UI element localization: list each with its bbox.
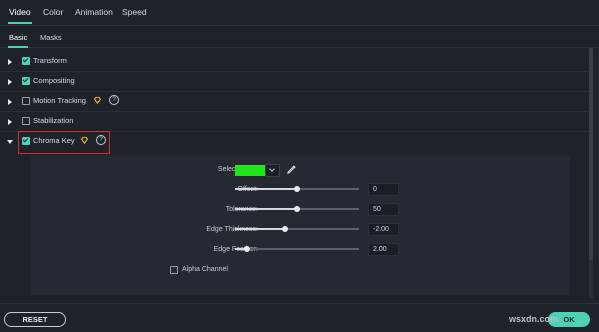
section-label: Compositing: [33, 76, 75, 85]
watermark-text: wsxdn.com: [509, 314, 559, 324]
section-stabilization[interactable]: Stabilization: [0, 112, 590, 132]
collapse-arrow-icon[interactable]: [7, 140, 13, 144]
section-compositing[interactable]: Compositing: [0, 72, 590, 92]
edge-feather-input[interactable]: 2.00: [368, 243, 399, 256]
property-tabs: Video Color Animation Speed: [0, 0, 599, 26]
scrollbar-thumb[interactable]: [589, 48, 593, 260]
premium-gem-icon: [93, 96, 102, 105]
highlight-annotation: [18, 131, 110, 154]
section-transform[interactable]: Transform: [0, 52, 590, 72]
motion-tracking-checkbox[interactable]: [22, 97, 30, 105]
expand-arrow-icon[interactable]: [8, 119, 12, 125]
expand-arrow-icon[interactable]: [8, 99, 12, 105]
offset-input[interactable]: 0: [368, 183, 399, 196]
subtab-masks[interactable]: Masks: [40, 33, 62, 42]
reset-button[interactable]: RESET: [4, 312, 66, 327]
chevron-down-icon[interactable]: [265, 164, 280, 177]
section-label: Stabilization: [33, 116, 74, 125]
alpha-channel-checkbox[interactable]: [170, 266, 178, 274]
edge-thickness-input[interactable]: -2.00: [368, 223, 399, 236]
tab-video[interactable]: Video: [8, 7, 32, 24]
section-label: Transform: [33, 56, 67, 65]
stabilization-checkbox[interactable]: [22, 117, 30, 125]
section-label: Motion Tracking: [33, 96, 86, 105]
slider-thumb[interactable]: [281, 226, 288, 232]
tab-color[interactable]: Color: [43, 7, 63, 17]
scrollbar[interactable]: [589, 48, 593, 298]
compositing-checkbox[interactable]: [22, 77, 30, 85]
slider-thumb[interactable]: [294, 186, 300, 192]
expand-arrow-icon[interactable]: [8, 59, 12, 65]
section-motion-tracking[interactable]: Motion Tracking ?: [0, 92, 590, 112]
tab-animation[interactable]: Animation: [75, 7, 113, 17]
tolerance-input[interactable]: 50: [368, 203, 399, 216]
sub-tabs: Basic Masks: [0, 26, 599, 48]
alpha-channel-label: Alpha Channel: [182, 266, 228, 273]
eyedropper-icon[interactable]: [286, 164, 297, 175]
slider-fill: [235, 228, 285, 230]
chroma-key-panel: Select Color: Offset: 0 Tolerance: 50 Ed…: [31, 156, 570, 295]
slider-track[interactable]: [235, 248, 359, 250]
expand-arrow-icon[interactable]: [8, 79, 12, 85]
tab-speed[interactable]: Speed: [122, 7, 147, 17]
transform-checkbox[interactable]: [22, 57, 30, 65]
slider-thumb[interactable]: [294, 206, 300, 212]
help-icon[interactable]: ?: [109, 95, 119, 105]
subtab-basic[interactable]: Basic: [7, 33, 29, 48]
color-swatch[interactable]: [235, 165, 265, 176]
slider-fill: [235, 188, 297, 190]
slider-fill: [235, 208, 297, 210]
